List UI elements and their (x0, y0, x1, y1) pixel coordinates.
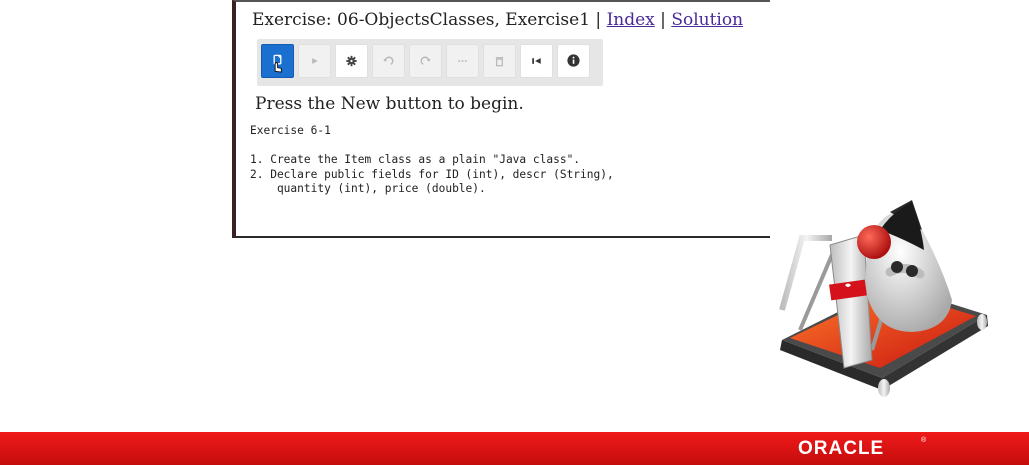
gear-icon (346, 55, 357, 67)
info-button[interactable] (557, 44, 590, 78)
exercise-console-text: Exercise 6-1 1. Create the Item class as… (250, 124, 614, 195)
title-separator: | (660, 10, 666, 30)
undo-icon (383, 56, 394, 65)
index-link[interactable]: Index (607, 10, 655, 30)
run-button[interactable] (298, 44, 331, 78)
settings-button[interactable] (335, 44, 368, 78)
exercise-title: Exercise: 06-ObjectsClasses, Exercise1 |… (252, 10, 743, 30)
exercise-screenshot: Exercise: 06-ObjectsClasses, Exercise1 |… (232, 0, 770, 238)
solution-link[interactable]: Solution (671, 10, 743, 30)
dots-button[interactable] (446, 44, 479, 78)
play-icon (312, 58, 318, 64)
ellipsis-icon (458, 60, 467, 62)
exercise-toolbar (257, 39, 603, 86)
undo-button[interactable] (372, 44, 405, 78)
delete-button[interactable] (483, 44, 516, 78)
press-new-instruction: Press the New button to begin. (255, 94, 524, 114)
exercise-title-text: Exercise: 06-ObjectsClasses, Exercise1 | (252, 10, 602, 30)
skip-back-icon (532, 58, 541, 64)
redo-icon (420, 56, 431, 65)
reset-button[interactable] (520, 44, 553, 78)
new-button[interactable] (261, 44, 294, 78)
duke-treadmill-illustration (779, 200, 988, 397)
registered-mark: ® (921, 437, 927, 444)
new-document-icon (273, 54, 282, 73)
oracle-logo: ORACLE (798, 438, 885, 459)
footer-bar: ORACLE ® (0, 432, 1029, 465)
info-icon (567, 54, 580, 67)
trash-icon (495, 57, 504, 67)
redo-button[interactable] (409, 44, 442, 78)
